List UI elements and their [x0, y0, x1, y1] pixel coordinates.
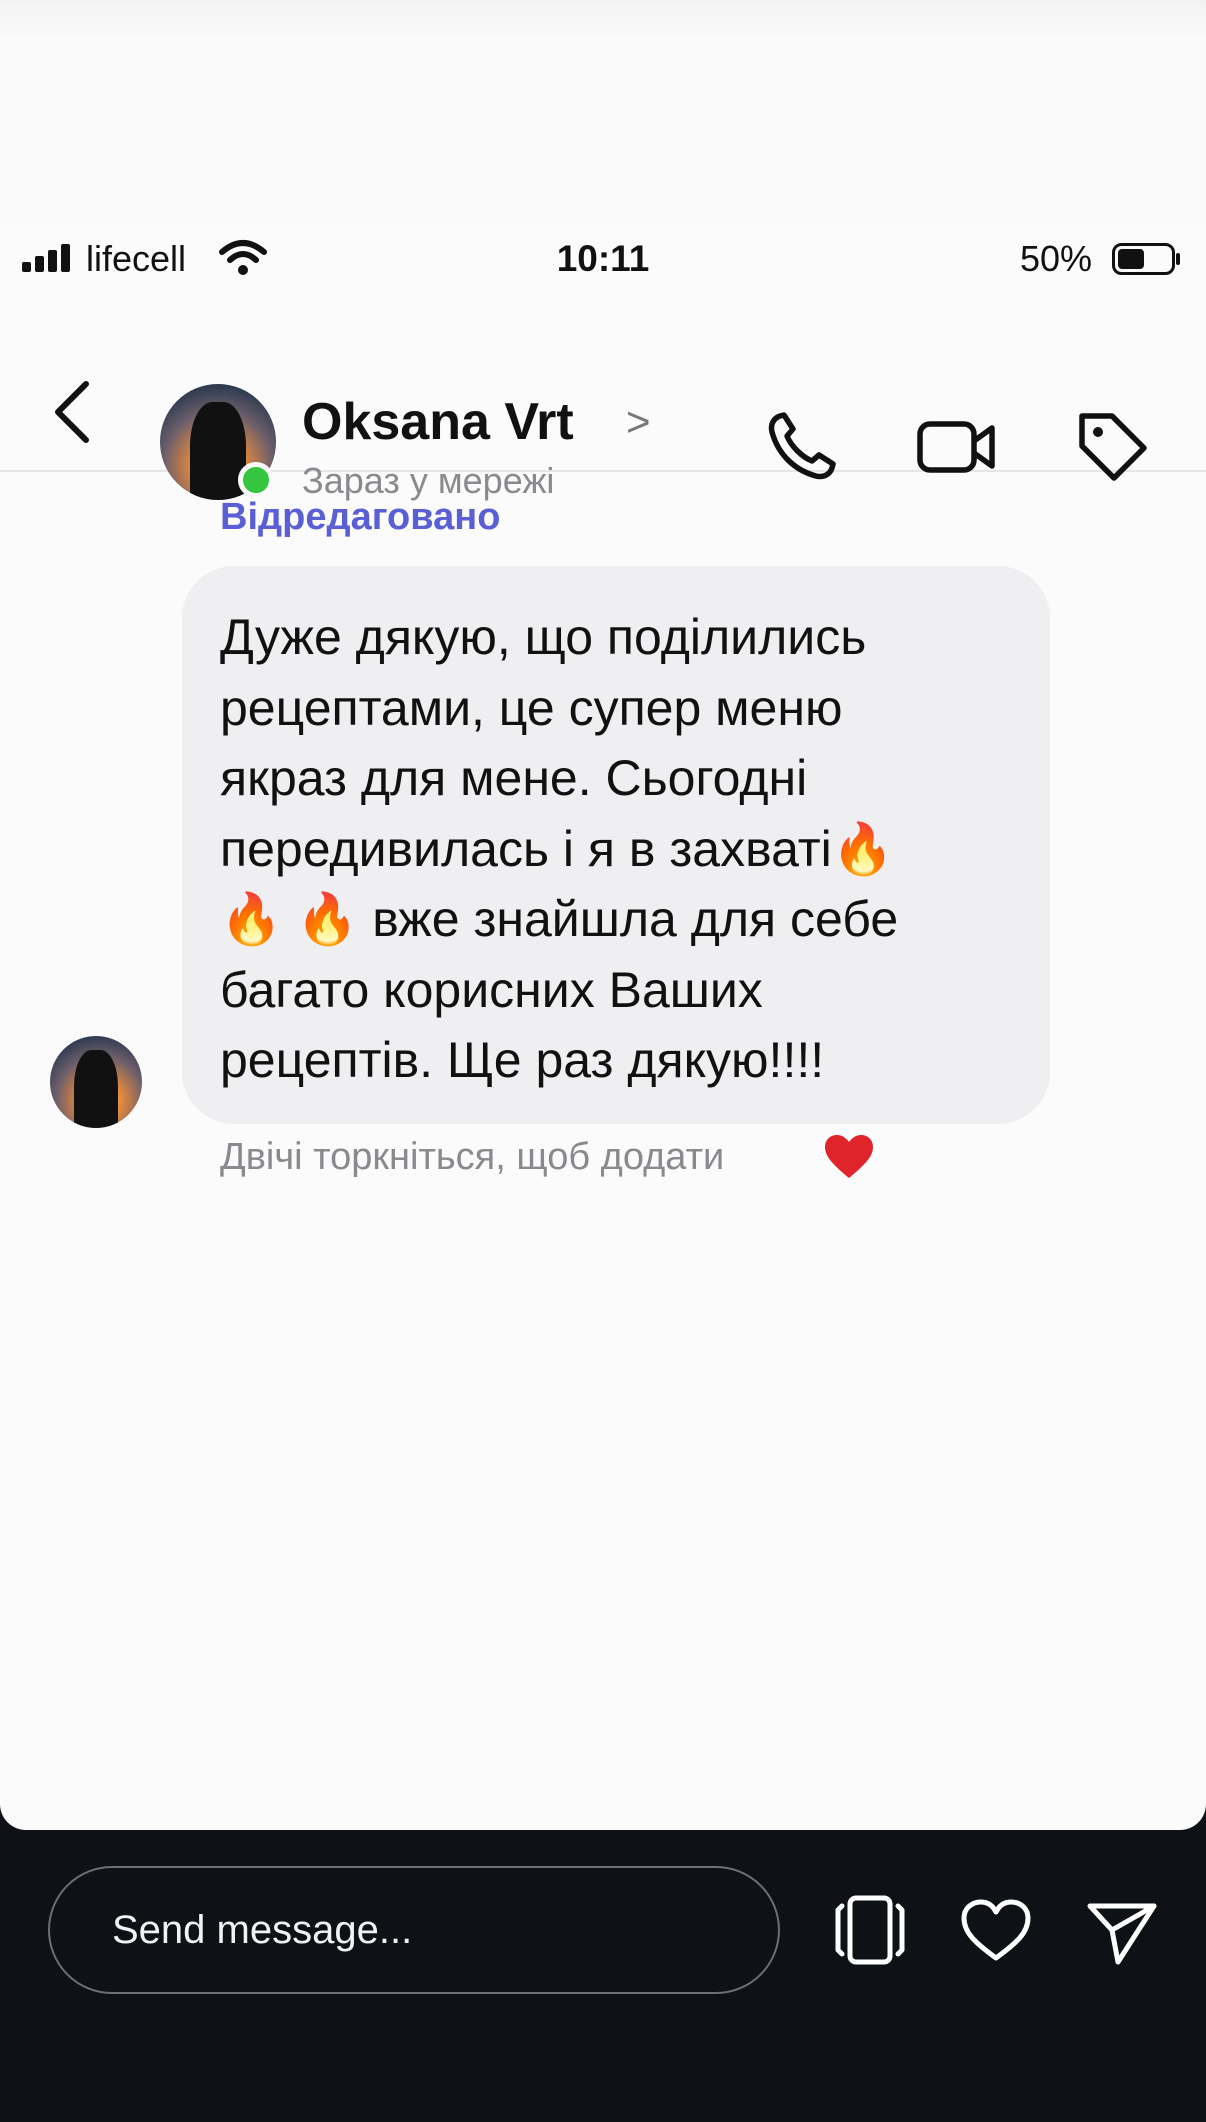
- status-bar: lifecell 10:11 50%: [0, 228, 1206, 294]
- message-line: рецептами, це супер меню: [220, 679, 843, 736]
- red-heart-icon: [825, 1135, 873, 1178]
- message-line: рецептів. Ще раз дякую!!!!: [220, 1032, 825, 1088]
- online-status-dot: [238, 462, 274, 498]
- chat-screenshot: lifecell 10:11 50% Oksana Vrt > Зараз у …: [0, 228, 1206, 1830]
- heart-icon[interactable]: [958, 1892, 1034, 1968]
- back-arrow-icon[interactable]: [50, 376, 94, 448]
- message-bubble[interactable]: Дуже дякую, що поділились рецептами, це …: [182, 566, 1050, 1124]
- message-line: 🔥 🔥 вже знайшла для себе: [220, 891, 899, 947]
- video-camera-icon[interactable]: [916, 406, 996, 486]
- edited-label: Відредаговано: [220, 496, 501, 538]
- message-line: багато корисних Ваших: [220, 961, 763, 1018]
- message-line: Дуже дякую, що поділились: [220, 609, 867, 665]
- phone-icon[interactable]: [762, 406, 842, 486]
- chat-header: Oksana Vrt > Зараз у мережі: [0, 294, 1206, 501]
- double-tap-hint: Двічі торкніться, щоб додати: [220, 1136, 725, 1178]
- tag-icon[interactable]: [1072, 406, 1152, 486]
- message-line: якраз для мене. Сьогодні: [220, 750, 808, 806]
- stories-icon[interactable]: [832, 1892, 908, 1968]
- chevron-right-icon[interactable]: >: [626, 398, 651, 446]
- battery-icon: [1112, 243, 1180, 275]
- story-top-area: [0, 0, 1206, 228]
- message-line: передивилась і я в захваті🔥: [220, 820, 895, 877]
- contact-name[interactable]: Oksana Vrt: [302, 392, 574, 452]
- battery-percent: 50%: [1020, 238, 1093, 279]
- send-message-input[interactable]: [48, 1866, 780, 1994]
- sender-avatar[interactable]: [50, 1036, 142, 1128]
- send-icon[interactable]: [1084, 1892, 1160, 1968]
